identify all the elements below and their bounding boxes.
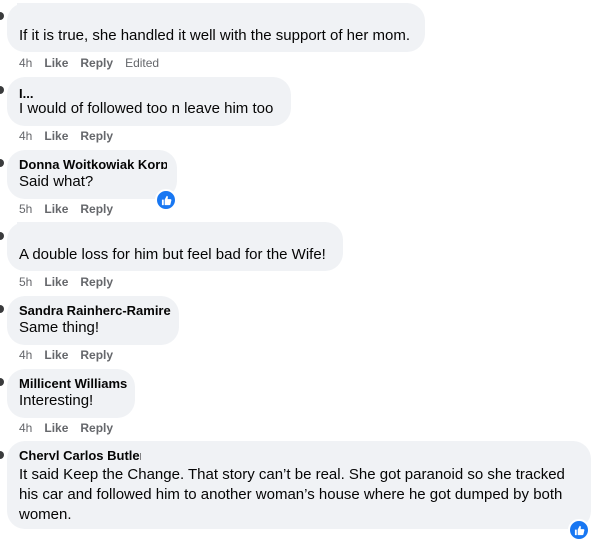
avatar[interactable] <box>0 305 4 313</box>
comment-bubble: I... I would of followed too n leave him… <box>7 77 291 126</box>
reply-button[interactable]: Reply <box>80 202 113 216</box>
comment-author[interactable]: I... <box>19 86 129 98</box>
comment-time[interactable]: 4h <box>19 421 32 435</box>
like-reaction-icon[interactable] <box>568 519 590 541</box>
comment-text: Same thing! <box>19 319 100 336</box>
comment-actions: 4h Like Reply <box>19 128 125 144</box>
comment-time[interactable]: 5h <box>19 202 32 216</box>
avatar[interactable] <box>0 159 4 167</box>
comment-text: If it is true, she handled it well with … <box>19 27 411 44</box>
comment-actions: 4h Like Reply <box>19 347 125 363</box>
avatar[interactable] <box>0 12 4 20</box>
avatar[interactable] <box>0 378 4 386</box>
like-button[interactable]: Like <box>44 275 68 289</box>
comment-text: It said Keep the Change. That story can’… <box>19 466 565 523</box>
comment-author[interactable]: Millicent Williams <box>19 376 127 388</box>
comment-time[interactable]: 4h <box>19 129 32 143</box>
comment-author[interactable]: Cheryl Carlos Butler <box>19 448 141 460</box>
like-button[interactable]: Like <box>44 421 68 435</box>
reply-button[interactable]: Reply <box>80 348 113 362</box>
comment-bubble: Millicent Williams Interesting! <box>7 369 135 418</box>
avatar[interactable] <box>0 86 4 94</box>
comment-text: I would of followed too n leave him too <box>19 100 274 117</box>
comment-author[interactable]: Donna Wojtkowiak Korp. <box>19 157 167 169</box>
like-button[interactable]: Like <box>44 56 68 70</box>
comment-bubble: Cheryl Carlos Butler It said Keep the Ch… <box>7 441 591 529</box>
like-button[interactable]: Like <box>44 129 68 143</box>
reply-button[interactable]: Reply <box>80 421 113 435</box>
comment-actions: 4h Like Reply Edited <box>19 55 171 71</box>
comment-bubble: Sandra Rajnherc-Ramirez Same thing! <box>7 296 179 345</box>
comment-text: A double loss for him but feel bad for t… <box>19 246 326 263</box>
like-button[interactable]: Like <box>44 348 68 362</box>
comment-time[interactable]: 4h <box>19 348 32 362</box>
avatar[interactable] <box>0 451 4 459</box>
comment-time[interactable]: 5h <box>19 275 32 289</box>
avatar[interactable] <box>0 232 4 240</box>
comment-actions: 5h Like Reply <box>19 201 125 217</box>
comment-bubble: A double loss for him but feel bad for t… <box>7 222 343 271</box>
comment-bubble: Donna Wojtkowiak Korp. Said what? <box>7 150 177 199</box>
comment-actions: 4h Like Reply <box>19 420 125 436</box>
comment-bubble: If it is true, she handled it well with … <box>7 3 425 52</box>
like-reaction-icon[interactable] <box>155 189 177 211</box>
reply-button[interactable]: Reply <box>80 129 113 143</box>
comment-author[interactable]: Sandra Rajnherc-Ramirez <box>19 303 171 315</box>
edited-label[interactable]: Edited <box>125 56 159 70</box>
reply-button[interactable]: Reply <box>80 275 113 289</box>
comment-text: Said what? <box>19 173 94 190</box>
comment-time[interactable]: 4h <box>19 56 32 70</box>
comment-text: Interesting! <box>19 392 94 409</box>
like-button[interactable]: Like <box>44 202 68 216</box>
comment-actions: 5h Like Reply <box>19 274 125 290</box>
reply-button[interactable]: Reply <box>80 56 113 70</box>
